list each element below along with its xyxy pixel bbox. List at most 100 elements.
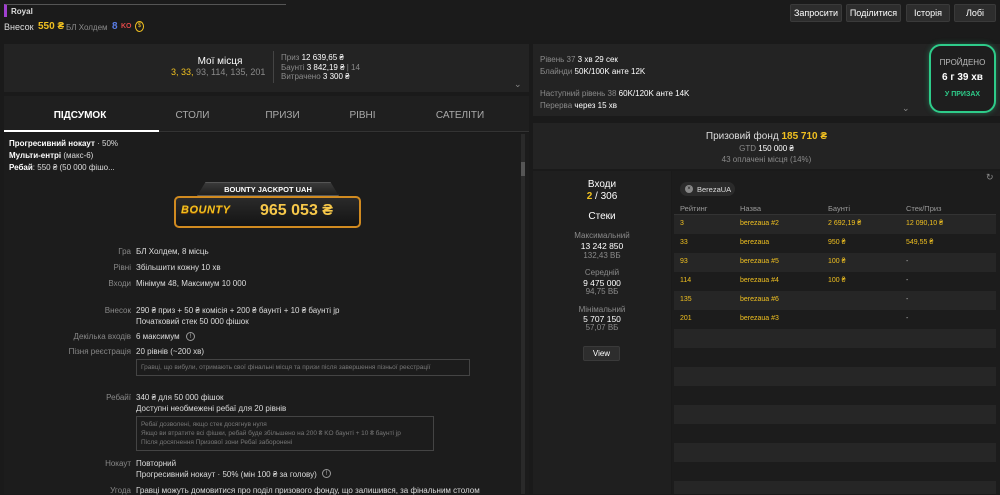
- my-places-highlight: 3, 33,: [171, 67, 194, 77]
- lobby-button[interactable]: Лобі: [954, 4, 996, 22]
- table-cell-name: berezaua #3: [740, 315, 779, 322]
- bounty-logo: BOUNTY: [181, 204, 231, 216]
- table-row[interactable]: 3 berezaua #2 2 692,19 ₴ 12 090,10 ₴: [674, 215, 996, 234]
- detail-value: Повторний: [136, 459, 177, 468]
- chevron-down-icon[interactable]: ⌄: [902, 103, 910, 114]
- my-places-rest: 93, 114, 135, 201: [196, 67, 266, 77]
- detail-value: Прогресивний нокаут · 50% (мін 100 ₴ за …: [136, 470, 317, 479]
- max-value: 13 242 850: [580, 241, 624, 251]
- my-places-list: 3, 33, 93, 114, 135, 201: [171, 67, 265, 77]
- gtd-line: GTD 150 000 ₴: [739, 144, 794, 153]
- detail-value: Початковий стек 50 000 фішок: [136, 317, 249, 326]
- scrollbar-thumb[interactable]: [521, 162, 525, 176]
- table-cell-stack: 12 090,10 ₴: [906, 220, 943, 227]
- col-header-stack[interactable]: Стек/Приз: [906, 204, 942, 213]
- detail-label: Внесок: [104, 306, 131, 315]
- info-icon[interactable]: !: [186, 332, 195, 341]
- spent-line: Витрачено 3 300 ₴: [281, 72, 350, 81]
- detail-label: Рівні: [113, 263, 131, 272]
- table-cell-bounty: 2 692,19 ₴: [828, 220, 862, 227]
- table-cell-stack: -: [906, 296, 909, 303]
- refresh-icon[interactable]: ↻: [986, 172, 994, 183]
- share-button[interactable]: Поділитися: [846, 4, 901, 22]
- prizepool-line: Призовий фонд 185 710 ₴: [705, 131, 828, 142]
- tab-satellites[interactable]: САТЕЛІТИ: [420, 110, 500, 121]
- info-icon[interactable]: !: [322, 469, 331, 478]
- room-name: Royal: [4, 4, 286, 17]
- table-row[interactable]: 93 berezaua #5 100 ₴ -: [674, 253, 996, 272]
- table-cell-stack: -: [906, 277, 909, 284]
- tab-active-indicator: [4, 130, 159, 132]
- table-cell-bounty: 100 ₴: [828, 258, 846, 265]
- table-cell-rank: 3: [680, 220, 684, 227]
- table-row[interactable]: 114 berezaua #4 100 ₴ -: [674, 272, 996, 291]
- detail-value: Доступні необмежені ребаї для 20 рівнів: [136, 404, 287, 413]
- detail-value: Збільшити кожну 10 хв: [136, 263, 221, 272]
- paid-places: 43 оплачені місця (14%): [721, 155, 812, 164]
- detail-value: 6 максимум: [136, 332, 180, 341]
- stacks-title: Стеки: [588, 211, 616, 222]
- empty-row: [674, 405, 996, 424]
- empty-row: [674, 443, 996, 462]
- col-header-rank[interactable]: Рейтинг: [680, 204, 708, 213]
- table-cell-rank: 93: [680, 258, 688, 265]
- detail-value: Мінімум 48, Максимум 10 000: [136, 279, 247, 288]
- table-cell-name: berezaua #2: [740, 220, 779, 227]
- table-cell-name: berezaua #5: [740, 258, 779, 265]
- status-time: 6 г 39 хв: [942, 72, 983, 83]
- empty-row: [674, 348, 996, 367]
- table-cell-name: berezaua #6: [740, 296, 779, 303]
- game-label: БЛ Холдем: [66, 23, 108, 32]
- detail-value: БЛ Холдем, 8 місць: [136, 247, 209, 256]
- status-title: ПРОЙДЕНО: [939, 58, 986, 67]
- table-row[interactable]: 135 berezaua #6 -: [674, 291, 996, 310]
- entries-title: Входи: [587, 179, 617, 190]
- empty-row: [674, 386, 996, 405]
- tab-summary[interactable]: ПІДСУМОК: [40, 110, 120, 121]
- col-header-name[interactable]: Назва: [740, 204, 761, 213]
- table-row[interactable]: 33 berezaua 950 ₴ 549,55 ₴: [674, 234, 996, 253]
- my-places-panel: [4, 44, 529, 92]
- tab-prizes[interactable]: ПРИЗИ: [255, 110, 310, 121]
- my-places-title: Мої місця: [197, 56, 243, 67]
- min-bb: 57,07 ВБ: [585, 323, 619, 332]
- table-cell-name: berezaua: [740, 239, 770, 246]
- detail-label: Ребайї: [106, 393, 131, 402]
- view-button[interactable]: View: [583, 346, 620, 361]
- ko-badge: KO: [121, 23, 132, 30]
- chevron-down-icon[interactable]: ⌄: [514, 79, 522, 90]
- break-info: Перерва через 15 хв: [540, 101, 617, 110]
- jackpot-title: BOUNTY JACKPOT UAH: [224, 185, 312, 194]
- request-button[interactable]: Запросити: [790, 4, 842, 22]
- divider: [273, 51, 274, 83]
- table-cell-rank: 114: [680, 277, 692, 284]
- detail-label: Пізня реєстрація: [68, 347, 131, 356]
- empty-row: [674, 481, 996, 494]
- empty-row: [674, 462, 996, 481]
- table-cell-stack: 549,55 ₴: [906, 239, 934, 246]
- table-cell-rank: 201: [680, 315, 692, 322]
- table-cell-bounty: 100 ₴: [828, 277, 846, 284]
- detail-label: Входи: [108, 279, 131, 288]
- late-reg-note: Гравці, що вибули, отримають свої фіналь…: [136, 359, 470, 376]
- max-label: Максимальний: [574, 231, 630, 240]
- seats-number: 8: [112, 21, 118, 32]
- tab-levels[interactable]: РІВНІ: [340, 110, 385, 121]
- tab-tables[interactable]: СТОЛИ: [160, 110, 225, 121]
- table-cell-stack: -: [906, 258, 909, 265]
- table-row[interactable]: 201 berezaua #3 -: [674, 310, 996, 329]
- bounty-line: Баунті 3 842,19 ₴ | 14: [281, 63, 360, 72]
- entries-count: 2 / 306: [586, 191, 618, 202]
- table-cell-rank: 33: [680, 239, 688, 246]
- multi-entry-line: Мульти-ентрі (макс-6): [9, 151, 94, 160]
- scrollbar[interactable]: [521, 134, 525, 494]
- close-icon[interactable]: ×: [685, 185, 693, 193]
- history-button[interactable]: Історія: [906, 4, 950, 22]
- table-cell-stack: -: [906, 315, 909, 322]
- empty-row: [674, 367, 996, 386]
- rebuy-note: Ребаї дозволені, якщо стек досягнув нуля…: [136, 416, 434, 451]
- col-header-bounty[interactable]: Баунті: [828, 204, 850, 213]
- status-sub: У ПРИЗАХ: [944, 91, 981, 98]
- filter-chip-label: BerezaUA: [697, 185, 732, 194]
- empty-row: [674, 424, 996, 443]
